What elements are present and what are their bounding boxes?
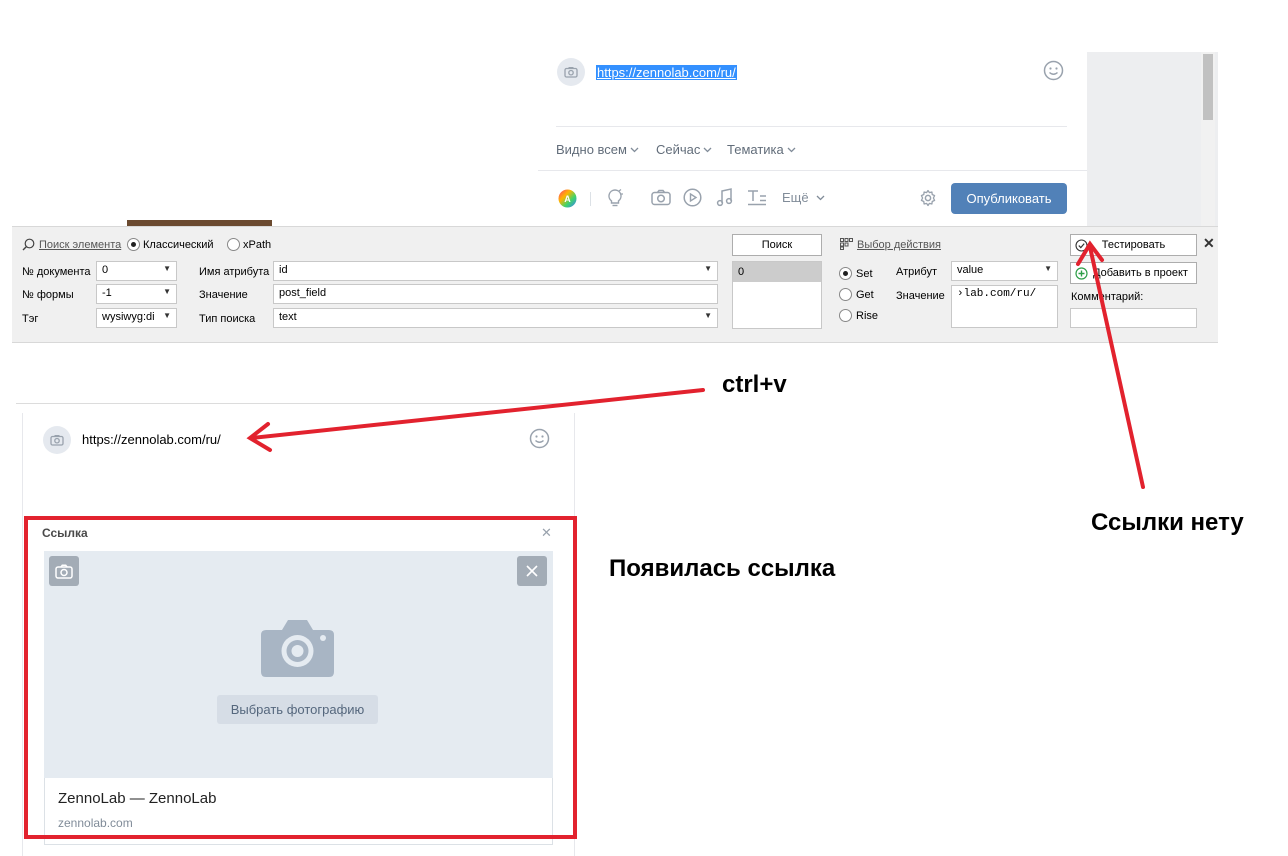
ctrlv-arrow <box>246 388 705 452</box>
annotation-link-appeared: Появилась ссылка <box>609 555 836 582</box>
annotation-ctrlv: ctrl+v <box>722 371 787 398</box>
annotation-no-link: Ссылки нету <box>1091 509 1244 536</box>
annotation-arrows <box>246 240 1145 489</box>
no-link-arrow <box>1076 240 1145 489</box>
